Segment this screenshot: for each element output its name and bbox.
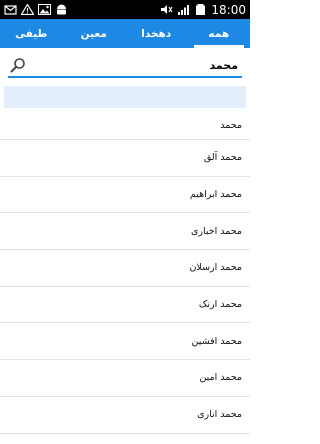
list-item-label: محمد ارنک xyxy=(198,299,242,311)
image-icon xyxy=(38,4,51,15)
list-item[interactable]: محمد xyxy=(0,112,250,140)
search-bar xyxy=(0,48,250,84)
tab-all[interactable]: همه xyxy=(188,19,251,48)
list-item[interactable]: محمد اناری xyxy=(0,397,250,434)
list-item-label: محمد ابراهیم xyxy=(189,189,242,201)
list-item[interactable]: محمد ارسلان xyxy=(0,250,250,287)
battery-icon xyxy=(196,4,206,15)
suggestion-highlight xyxy=(4,86,246,108)
dictionary-tabs: طیفی معین دهخدا همه xyxy=(0,19,250,48)
system-icons: 18:00 xyxy=(160,3,246,17)
list-item-label: محمد ارسلان xyxy=(189,262,242,274)
tab-teyfi[interactable]: طیفی xyxy=(0,19,63,48)
list-item[interactable]: محمد آلق xyxy=(0,140,250,177)
list-item-label: محمد امین xyxy=(199,372,242,384)
search-input[interactable] xyxy=(8,54,242,78)
android-icon xyxy=(57,4,66,15)
list-item[interactable]: محمد امین xyxy=(0,360,250,397)
notification-icons xyxy=(4,4,68,15)
search-icon[interactable] xyxy=(10,57,26,73)
warning-icon xyxy=(21,4,34,15)
tab-dehkhoda[interactable]: دهخدا xyxy=(125,19,188,48)
signal-icon xyxy=(178,5,190,15)
list-item-label: محمد افشین xyxy=(191,335,242,347)
clock-time: 18:00 xyxy=(211,2,246,17)
status-bar: 18:00 xyxy=(0,0,250,19)
list-item-label: محمد آلق xyxy=(203,152,242,164)
list-item[interactable]: محمد ابراهیم xyxy=(0,177,250,214)
tab-moein[interactable]: معین xyxy=(63,19,126,48)
list-item[interactable]: محمد ارنک xyxy=(0,287,250,324)
mute-icon xyxy=(161,5,173,14)
mail-icon xyxy=(4,5,17,15)
list-item[interactable]: محمد افشین xyxy=(0,323,250,361)
list-item[interactable]: محمد اخباری xyxy=(0,213,250,251)
results-list: محمد محمد آلق محمد ابراهیم محمد اخباری م… xyxy=(0,112,250,444)
list-item-label: محمد اخباری xyxy=(190,225,242,237)
list-item-label: محمد xyxy=(220,120,242,131)
list-item-label: محمد اناری xyxy=(197,409,242,421)
